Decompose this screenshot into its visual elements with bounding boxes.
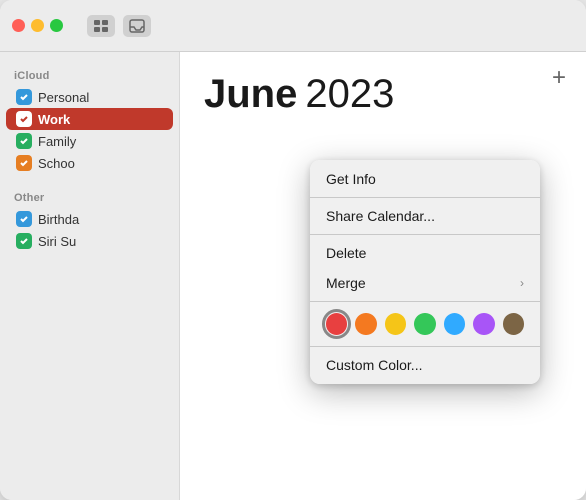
menu-item-merge[interactable]: Merge › <box>310 268 540 298</box>
color-swatch-purple[interactable] <box>473 313 494 335</box>
sidebar-item-personal[interactable]: Personal <box>6 86 173 108</box>
menu-item-delete[interactable]: Delete <box>310 238 540 268</box>
context-menu: Get Info Share Calendar... Delete Merge … <box>310 160 540 384</box>
inbox-icon[interactable] <box>123 15 151 37</box>
title-bar <box>0 0 586 52</box>
maximize-button[interactable] <box>50 19 63 32</box>
color-swatch-green[interactable] <box>414 313 435 335</box>
main-content: iCloud Personal Work Family <box>0 52 586 500</box>
school-label: Schoo <box>38 156 75 171</box>
minimize-button[interactable] <box>31 19 44 32</box>
color-swatches-row <box>310 305 540 343</box>
delete-label: Delete <box>326 245 366 261</box>
color-swatch-brown[interactable] <box>503 313 524 335</box>
menu-item-share-calendar[interactable]: Share Calendar... <box>310 201 540 231</box>
personal-label: Personal <box>38 90 89 105</box>
menu-separator-2 <box>310 234 540 235</box>
color-swatch-orange[interactable] <box>355 313 376 335</box>
menu-item-get-info[interactable]: Get Info <box>310 164 540 194</box>
calendar-grid-icon[interactable] <box>87 15 115 37</box>
menu-separator-4 <box>310 346 540 347</box>
sidebar-item-family[interactable]: Family <box>6 130 173 152</box>
merge-chevron-icon: › <box>520 276 524 290</box>
menu-separator-1 <box>310 197 540 198</box>
color-swatch-red[interactable] <box>326 313 347 335</box>
family-label: Family <box>38 134 76 149</box>
personal-checkbox[interactable] <box>16 89 32 105</box>
family-checkbox[interactable] <box>16 133 32 149</box>
work-label: Work <box>38 112 70 127</box>
birthdays-checkbox[interactable] <box>16 211 32 227</box>
traffic-lights <box>12 19 63 32</box>
calendar-header: June 2023 <box>204 72 562 117</box>
color-swatch-yellow[interactable] <box>385 313 406 335</box>
icloud-section-label: iCloud <box>0 64 179 86</box>
school-checkbox[interactable] <box>16 155 32 171</box>
share-calendar-label: Share Calendar... <box>326 208 435 224</box>
month-title: June <box>204 72 297 117</box>
sidebar-item-work[interactable]: Work <box>6 108 173 130</box>
merge-label: Merge <box>326 275 366 291</box>
siri-checkbox[interactable] <box>16 233 32 249</box>
menu-item-custom-color[interactable]: Custom Color... <box>310 350 540 380</box>
app-window: iCloud Personal Work Family <box>0 0 586 500</box>
menu-separator-3 <box>310 301 540 302</box>
custom-color-label: Custom Color... <box>326 357 422 373</box>
close-button[interactable] <box>12 19 25 32</box>
calendar-area: + June 2023 Get Info Share Calendar... D… <box>180 52 586 500</box>
work-checkbox[interactable] <box>16 111 32 127</box>
other-section-label: Other <box>0 186 179 208</box>
sidebar: iCloud Personal Work Family <box>0 52 180 500</box>
get-info-label: Get Info <box>326 171 376 187</box>
sidebar-item-siri[interactable]: Siri Su <box>6 230 173 252</box>
sidebar-item-school[interactable]: Schoo <box>6 152 173 174</box>
siri-label: Siri Su <box>38 234 76 249</box>
add-event-button[interactable]: + <box>552 64 566 92</box>
birthdays-label: Birthda <box>38 212 79 227</box>
year-title: 2023 <box>305 72 394 117</box>
color-swatch-blue[interactable] <box>444 313 465 335</box>
title-bar-icons <box>87 15 151 37</box>
sidebar-item-birthdays[interactable]: Birthda <box>6 208 173 230</box>
